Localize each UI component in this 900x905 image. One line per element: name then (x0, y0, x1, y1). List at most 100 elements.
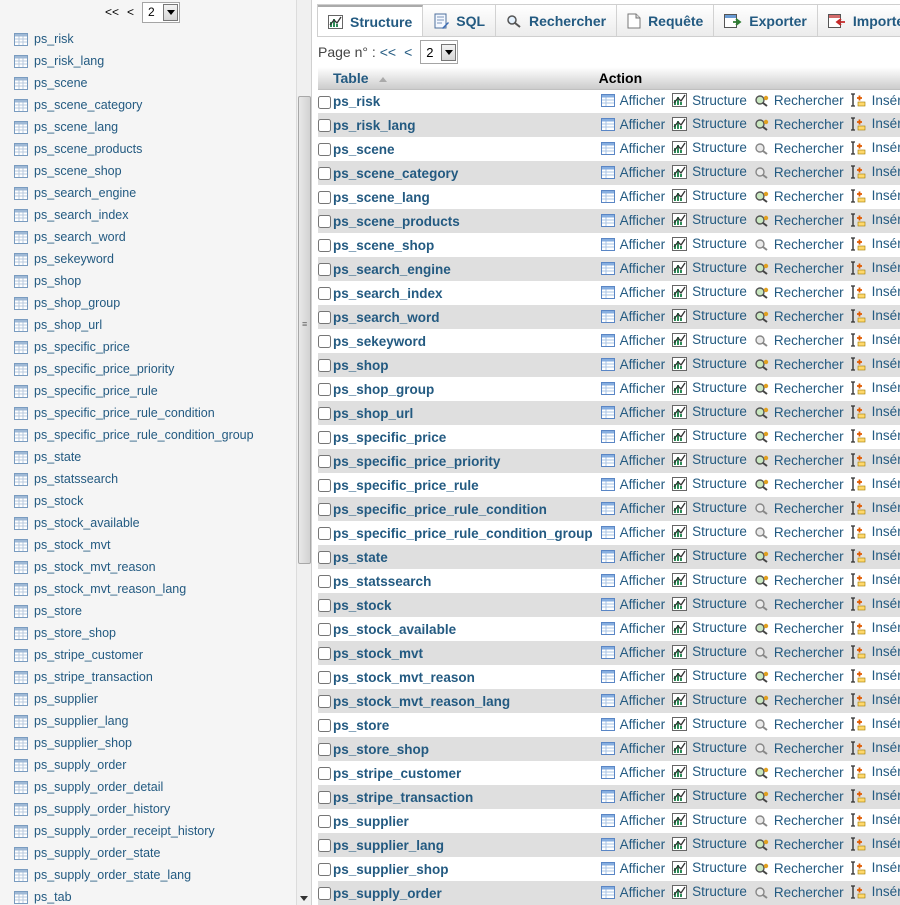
browse-action[interactable]: Afficher (600, 741, 665, 756)
browse-action[interactable]: Afficher (600, 813, 665, 828)
browse-action[interactable]: Afficher (600, 189, 665, 204)
browse-action[interactable]: Afficher (600, 237, 665, 252)
insert-action[interactable]: Insérer (850, 308, 900, 323)
row-checkbox[interactable] (318, 743, 331, 757)
search-action[interactable]: Rechercher (754, 717, 844, 732)
insert-action[interactable]: Insérer (850, 788, 900, 803)
nav-table-item[interactable]: ps_stock_mvt_reason_lang (14, 578, 254, 600)
search-action[interactable]: Rechercher (754, 429, 844, 444)
nav-table-label[interactable]: ps_specific_price_rule_condition (34, 406, 215, 420)
search-action[interactable]: Rechercher (754, 597, 844, 612)
table-name-link[interactable]: ps_shop (331, 353, 597, 377)
row-checkbox[interactable] (318, 383, 331, 397)
browse-action[interactable]: Afficher (600, 837, 665, 852)
table-name-link[interactable]: ps_stock_mvt (331, 641, 597, 665)
table-name-link[interactable]: ps_shop_url (331, 401, 597, 425)
nav-prev-page-link[interactable]: < (127, 5, 134, 19)
nav-table-item[interactable]: ps_stripe_customer (14, 644, 254, 666)
insert-action[interactable]: Insérer (850, 884, 900, 899)
table-name-link[interactable]: ps_stripe_transaction (331, 785, 597, 809)
nav-table-item[interactable]: ps_search_index (14, 204, 254, 226)
scrollbar-thumb[interactable]: ≡ (298, 96, 311, 564)
row-checkbox[interactable] (318, 455, 331, 469)
search-action[interactable]: Rechercher (754, 525, 844, 540)
nav-table-label[interactable]: ps_stock_mvt_reason_lang (34, 582, 186, 596)
nav-table-item[interactable]: ps_supply_order_detail (14, 776, 254, 798)
structure-action[interactable]: Structure (672, 332, 747, 347)
browse-action[interactable]: Afficher (600, 381, 665, 396)
search-action[interactable]: Rechercher (754, 309, 844, 324)
structure-action[interactable]: Structure (672, 164, 747, 179)
row-checkbox[interactable] (318, 695, 331, 709)
tab-sql[interactable]: SQL (423, 5, 497, 36)
row-checkbox[interactable] (318, 623, 331, 637)
table-name-link[interactable]: ps_supplier (331, 809, 597, 833)
nav-table-item[interactable]: ps_supply_order_state (14, 842, 254, 864)
table-name-link[interactable]: ps_supplier_lang (331, 833, 597, 857)
row-checkbox[interactable] (318, 287, 331, 301)
insert-action[interactable]: Insérer (850, 716, 900, 731)
browse-action[interactable]: Afficher (600, 645, 665, 660)
insert-action[interactable]: Insérer (850, 164, 900, 179)
browse-action[interactable]: Afficher (600, 597, 665, 612)
table-name-link[interactable]: ps_search_word (331, 305, 597, 329)
nav-table-item[interactable]: ps_scene_products (14, 138, 254, 160)
nav-table-label[interactable]: ps_specific_price_priority (34, 362, 174, 376)
search-action[interactable]: Rechercher (754, 813, 844, 828)
browse-action[interactable]: Afficher (600, 477, 665, 492)
table-name-link[interactable]: ps_supplier_shop (331, 857, 597, 881)
row-checkbox[interactable] (318, 863, 331, 877)
first-page-link[interactable]: << (380, 44, 396, 60)
row-checkbox[interactable] (318, 143, 331, 157)
browse-action[interactable]: Afficher (600, 285, 665, 300)
insert-action[interactable]: Insérer (850, 644, 900, 659)
nav-table-label[interactable]: ps_stock_mvt (34, 538, 110, 552)
insert-action[interactable]: Insérer (850, 764, 900, 779)
nav-table-item[interactable]: ps_supply_order_receipt_history (14, 820, 254, 842)
nav-table-item[interactable]: ps_state (14, 446, 254, 468)
structure-action[interactable]: Structure (672, 380, 747, 395)
nav-table-label[interactable]: ps_stripe_customer (34, 648, 143, 662)
search-action[interactable]: Rechercher (754, 189, 844, 204)
row-checkbox[interactable] (318, 599, 331, 613)
nav-table-label[interactable]: ps_state (34, 450, 81, 464)
nav-table-item[interactable]: ps_sekeyword (14, 248, 254, 270)
prev-page-link[interactable]: < (404, 44, 412, 60)
structure-action[interactable]: Structure (672, 93, 747, 108)
page-select[interactable]: 2 (420, 40, 459, 64)
structure-action[interactable]: Structure (672, 500, 747, 515)
nav-table-label[interactable]: ps_supply_order_state (34, 846, 160, 860)
table-name-link[interactable]: ps_stripe_customer (331, 761, 597, 785)
nav-table-item[interactable]: ps_specific_price_rule (14, 380, 254, 402)
browse-action[interactable]: Afficher (600, 573, 665, 588)
nav-table-label[interactable]: ps_supply_order (34, 758, 126, 772)
nav-table-label[interactable]: ps_search_index (34, 208, 129, 222)
insert-action[interactable]: Insérer (850, 836, 900, 851)
nav-table-item[interactable]: ps_stock_available (14, 512, 254, 534)
search-action[interactable]: Rechercher (754, 669, 844, 684)
browse-action[interactable]: Afficher (600, 525, 665, 540)
search-action[interactable]: Rechercher (754, 573, 844, 588)
table-name-link[interactable]: ps_scene_lang (331, 185, 597, 209)
insert-action[interactable]: Insérer (850, 668, 900, 683)
row-checkbox[interactable] (318, 575, 331, 589)
structure-action[interactable]: Structure (672, 788, 747, 803)
table-name-link[interactable]: ps_sekeyword (331, 329, 597, 353)
row-checkbox[interactable] (318, 335, 331, 349)
structure-action[interactable]: Structure (672, 692, 747, 707)
insert-action[interactable]: Insérer (850, 332, 900, 347)
browse-action[interactable]: Afficher (600, 357, 665, 372)
table-column-header[interactable]: Table (331, 67, 597, 90)
browse-action[interactable]: Afficher (600, 765, 665, 780)
table-name-link[interactable]: ps_risk_lang (331, 113, 597, 137)
structure-action[interactable]: Structure (672, 428, 747, 443)
nav-table-label[interactable]: ps_sekeyword (34, 252, 114, 266)
structure-action[interactable]: Structure (672, 860, 747, 875)
browse-action[interactable]: Afficher (600, 117, 665, 132)
browse-action[interactable]: Afficher (600, 549, 665, 564)
row-checkbox[interactable] (318, 215, 331, 229)
nav-table-label[interactable]: ps_supplier_shop (34, 736, 132, 750)
row-checkbox[interactable] (318, 167, 331, 181)
row-checkbox[interactable] (318, 839, 331, 853)
search-action[interactable]: Rechercher (754, 237, 844, 252)
